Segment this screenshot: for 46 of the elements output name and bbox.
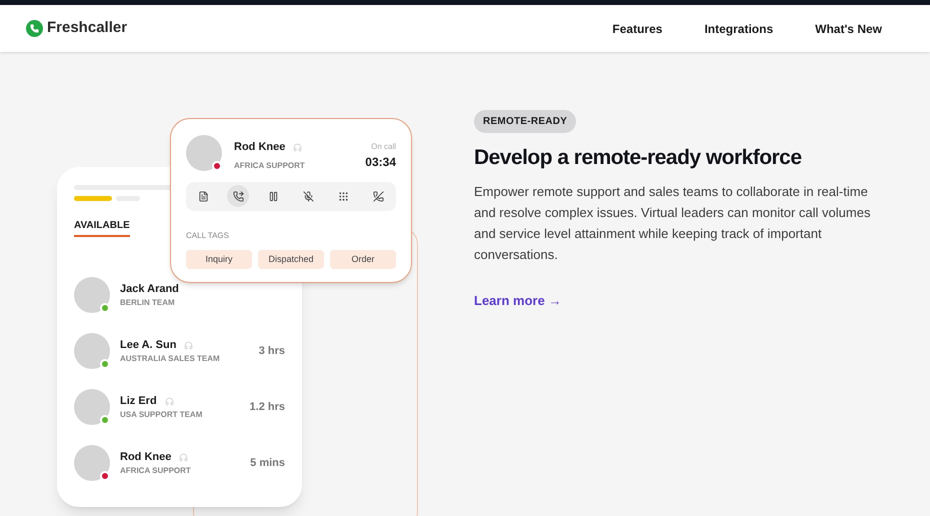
call-tag[interactable]: Inquiry xyxy=(186,250,252,269)
headset-icon xyxy=(184,340,194,350)
agent-time: 1.2 hrs xyxy=(250,400,285,415)
avatar xyxy=(186,135,222,171)
caller-team: AFRICA SUPPORT xyxy=(234,160,305,172)
call-tags-label: CALL TAGS xyxy=(186,230,230,242)
badge: REMOTE-READY xyxy=(474,110,576,133)
headset-icon xyxy=(179,452,188,462)
agent-name: Rod Knee xyxy=(120,450,172,465)
agent-time: 3 hrs xyxy=(258,344,285,359)
avatar xyxy=(74,389,110,425)
section-description: Empower remote support and sales teams to collaborate in real-time and resolve complex issues. Virtual leaders can monitor call volumes and service level attainment while keeping track of important conversations. xyxy=(474,182,872,264)
keypad-icon xyxy=(338,190,350,202)
placeholder-bar xyxy=(74,196,112,201)
agent-team: AUSTRALIA SALES TEAM xyxy=(120,353,220,366)
headset-icon xyxy=(293,142,302,152)
call-tag[interactable]: Dispatched xyxy=(258,250,324,269)
avatar xyxy=(74,333,110,369)
call-timer: 03:34 xyxy=(365,154,396,171)
phone-forward-icon xyxy=(232,190,244,202)
phone-logo-icon xyxy=(26,20,43,37)
caller-name: Rod Knee xyxy=(234,140,286,155)
mic-off-icon xyxy=(303,190,314,202)
brand-name[interactable]: Freshcaller xyxy=(47,17,128,40)
avatar xyxy=(74,445,110,481)
agent-name: Liz Erd xyxy=(120,394,157,409)
document-icon xyxy=(198,190,208,202)
nav-link[interactable]: Integrations xyxy=(704,20,774,38)
agent-team: AFRICA SUPPORT xyxy=(120,465,191,478)
agent-time: 5 mins xyxy=(250,456,285,471)
agent-name: Lee A. Sun xyxy=(120,338,176,353)
nav-link[interactable]: What's New xyxy=(815,20,882,38)
call-tag[interactable]: Order xyxy=(330,250,396,269)
phone-forward-button[interactable] xyxy=(227,185,250,207)
available-tab[interactable]: AVAILABLE xyxy=(74,218,130,237)
agent-name: Jack Arand xyxy=(120,282,179,297)
section-heading: Develop a remote-ready workforce xyxy=(474,145,802,171)
agent-team: BERLIN TEAM xyxy=(120,297,176,310)
agent-team: USA SUPPORT TEAM xyxy=(120,409,202,422)
learn-more-link[interactable]: Learn more → xyxy=(474,290,562,310)
nav-link[interactable]: Features xyxy=(612,20,662,38)
headset-icon xyxy=(164,396,174,406)
avatar xyxy=(74,277,110,313)
hang-up-icon xyxy=(373,190,384,202)
pause-icon xyxy=(268,190,279,202)
call-status: On call xyxy=(371,141,396,153)
